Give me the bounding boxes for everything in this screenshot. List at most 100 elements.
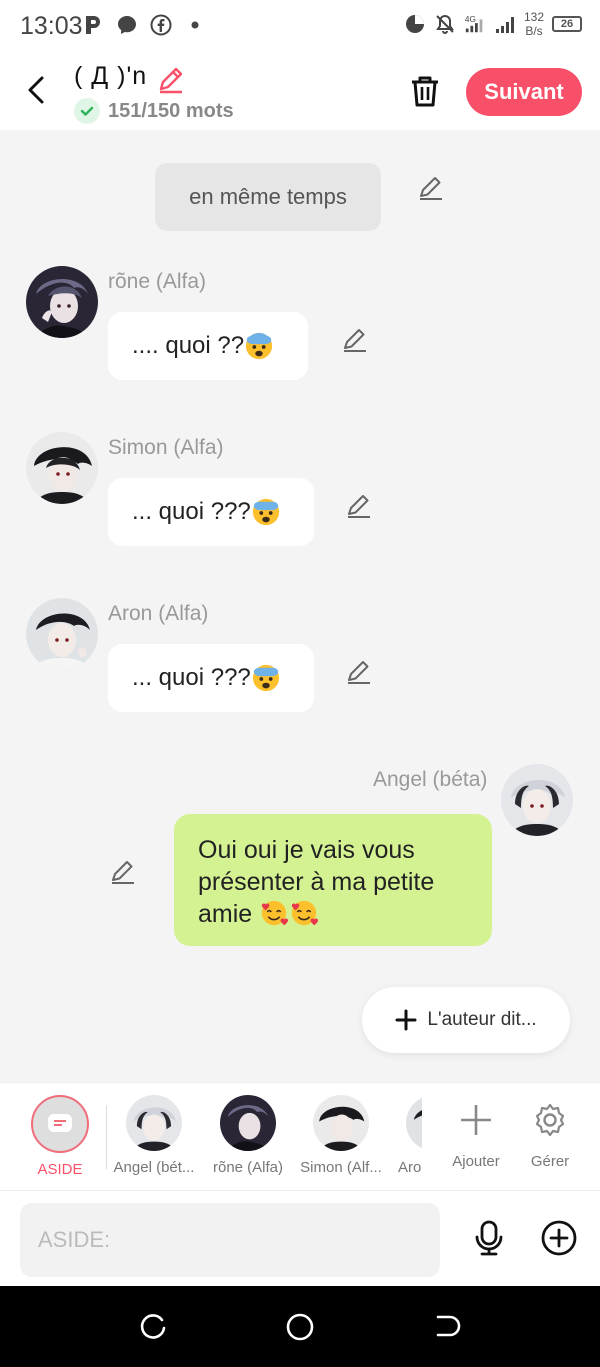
plus-circle-icon bbox=[541, 1220, 577, 1256]
avatar[interactable] bbox=[26, 432, 98, 504]
character-name: Simon (Alfa) bbox=[108, 436, 224, 459]
gear-icon bbox=[535, 1103, 565, 1137]
character-rone[interactable]: rõne (Alfa) bbox=[206, 1095, 290, 1176]
word-count: 151/150 mots bbox=[108, 99, 234, 122]
plus-icon bbox=[461, 1105, 491, 1135]
messenger-icon bbox=[116, 14, 138, 36]
message-text-line: présenter à ma petite bbox=[198, 868, 435, 896]
character-label: Simon (Alf... bbox=[300, 1159, 382, 1176]
recent-apps-icon bbox=[140, 1314, 166, 1339]
system-nav-bar bbox=[0, 1286, 600, 1367]
pencil-icon bbox=[420, 177, 442, 200]
data-saver-icon bbox=[404, 13, 426, 35]
character-simon[interactable]: Simon (Alf... bbox=[298, 1095, 384, 1176]
back-nav-button[interactable] bbox=[432, 1312, 462, 1342]
signal-icon bbox=[494, 13, 516, 35]
character-label: rõne (Alfa) bbox=[212, 1159, 284, 1176]
app-header: ( Д )'n 151/150 mots Suivant bbox=[0, 52, 600, 130]
character-selector: ASIDE Angel (bét... rõne (Alfa) Simon (A… bbox=[0, 1082, 600, 1190]
character-aside[interactable]: ASIDE bbox=[18, 1095, 102, 1178]
home-button[interactable] bbox=[285, 1312, 315, 1342]
speed-value: 132 bbox=[523, 10, 544, 24]
edit-message-button[interactable] bbox=[344, 656, 374, 686]
smiling-face-with-hearts-emoji-icon bbox=[261, 900, 289, 926]
network-speed: 132 B/s bbox=[524, 10, 544, 38]
chat-area: en même temps rõne (Alfa) .... quoi ?? S… bbox=[0, 130, 600, 1082]
character-name: Angel (béta) bbox=[373, 768, 488, 791]
add-character-button[interactable]: Ajouter bbox=[440, 1095, 512, 1170]
dot-icon bbox=[184, 14, 206, 36]
mute-icon bbox=[434, 13, 456, 35]
pencil-icon bbox=[159, 67, 183, 94]
battery-indicator: 26 bbox=[552, 16, 582, 32]
microphone-icon bbox=[475, 1220, 503, 1256]
input-bar bbox=[0, 1190, 600, 1286]
avatar[interactable] bbox=[26, 598, 98, 670]
message-text: ... quoi ??? bbox=[132, 498, 251, 525]
avatar bbox=[220, 1095, 276, 1151]
word-count-row: 151/150 mots bbox=[74, 98, 234, 124]
character-label: ASIDE bbox=[37, 1161, 83, 1178]
attach-button[interactable] bbox=[540, 1219, 578, 1257]
next-button[interactable]: Suivant bbox=[466, 68, 582, 116]
avatar bbox=[406, 1095, 422, 1151]
facebook-icon bbox=[150, 14, 172, 36]
status-time: 13:03 bbox=[20, 12, 83, 40]
message-text: ... quoi ??? bbox=[132, 664, 251, 691]
notification-icons bbox=[82, 14, 206, 36]
p-app-icon bbox=[82, 14, 104, 36]
system-icons: 4G 132 B/s 26 bbox=[404, 10, 582, 38]
edit-title-button[interactable] bbox=[156, 64, 186, 94]
message-bubble[interactable]: ... quoi ??? bbox=[108, 644, 314, 712]
aside-avatar bbox=[31, 1095, 89, 1153]
character-name: rõne (Alfa) bbox=[108, 270, 207, 293]
avatar[interactable] bbox=[26, 266, 98, 338]
signal-4g-icon: 4G bbox=[464, 13, 486, 35]
narration-bubble[interactable]: en même temps bbox=[155, 163, 381, 231]
avatar[interactable] bbox=[501, 764, 573, 836]
trash-icon bbox=[412, 76, 438, 107]
author-says-button[interactable]: L'auteur dit... bbox=[362, 987, 570, 1053]
manage-characters-button[interactable]: Gérer bbox=[518, 1095, 582, 1170]
status-bar: 13:03 4G 132 B/s 26 bbox=[0, 0, 600, 52]
character-aron[interactable]: Aro bbox=[392, 1095, 422, 1176]
check-icon bbox=[74, 98, 100, 124]
divider bbox=[106, 1105, 107, 1169]
recent-apps-button[interactable] bbox=[138, 1312, 168, 1342]
anxious-face-emoji-icon bbox=[245, 332, 273, 360]
pencil-icon bbox=[344, 329, 366, 352]
smiling-face-with-hearts-emoji-icon bbox=[291, 900, 319, 926]
message-input[interactable] bbox=[20, 1203, 440, 1277]
back-nav-icon bbox=[436, 1315, 461, 1337]
author-says-label: L'auteur dit... bbox=[427, 1009, 537, 1030]
character-label: Aro bbox=[398, 1159, 422, 1176]
message-text: .... quoi ?? bbox=[132, 332, 245, 359]
avatar bbox=[313, 1095, 369, 1151]
message-bubble[interactable]: .... quoi ?? bbox=[108, 312, 308, 380]
edit-message-button[interactable] bbox=[340, 324, 370, 354]
back-button[interactable] bbox=[18, 72, 54, 108]
add-label: Ajouter bbox=[452, 1153, 500, 1170]
my-message-bubble[interactable]: Oui oui je vais vous présenter à ma peti… bbox=[174, 814, 492, 946]
message-bubble[interactable]: ... quoi ??? bbox=[108, 478, 314, 546]
home-circle-icon bbox=[286, 1313, 314, 1341]
edit-message-button[interactable] bbox=[108, 856, 138, 886]
chevron-left-icon bbox=[28, 76, 44, 104]
edit-message-button[interactable] bbox=[416, 172, 446, 202]
anxious-face-emoji-icon bbox=[252, 498, 279, 526]
voice-button[interactable] bbox=[470, 1219, 508, 1257]
character-angel[interactable]: Angel (bét... bbox=[110, 1095, 198, 1176]
speed-unit: B/s bbox=[525, 24, 543, 38]
svg-text:4G: 4G bbox=[465, 15, 476, 24]
plus-icon bbox=[395, 1009, 417, 1031]
manage-label: Gérer bbox=[530, 1153, 570, 1170]
delete-button[interactable] bbox=[406, 72, 444, 110]
message-text-line: Oui oui je vais vous bbox=[198, 836, 415, 864]
edit-message-button[interactable] bbox=[344, 490, 374, 520]
chat-bubble-icon bbox=[48, 1114, 72, 1132]
pencil-icon bbox=[348, 495, 370, 518]
avatar bbox=[126, 1095, 182, 1151]
story-title: ( Д )'n bbox=[74, 62, 148, 90]
character-name: Aron (Alfa) bbox=[108, 602, 209, 625]
pencil-icon bbox=[348, 661, 370, 684]
